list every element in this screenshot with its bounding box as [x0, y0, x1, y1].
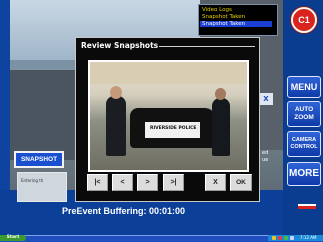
camera-control-label-1: CAMERA: [291, 137, 317, 143]
next-snapshot-button[interactable]: >: [137, 174, 158, 191]
camera-control-button[interactable]: CAMERA CONTROL: [287, 131, 321, 157]
thumbnail-text: Entering th: [21, 178, 44, 183]
partial-button[interactable]: X: [259, 93, 273, 105]
snapshot-thumbnail[interactable]: Entering th: [17, 172, 67, 202]
review-snapshots-dialog: Review Snapshots RIVERSIDE POLICE |< < >…: [75, 37, 260, 202]
first-snapshot-button[interactable]: |<: [87, 174, 108, 191]
tray-icon[interactable]: [278, 236, 282, 240]
officer-head: [110, 86, 122, 99]
dialog-title: Review Snapshots: [81, 41, 159, 50]
partial-text: ue: [262, 157, 269, 163]
last-snapshot-button[interactable]: >|: [163, 174, 184, 191]
officer-figure: [106, 96, 126, 156]
photo-background: [90, 62, 247, 84]
police-car-text: RIVERSIDE POLICE: [150, 126, 197, 131]
officer-figure: [212, 98, 230, 156]
log-line: Snapshot Taken: [202, 14, 246, 20]
log-line: Video Logs: [202, 7, 232, 13]
preevent-buffering-status: PreEvent Buffering: 00:01:00: [62, 206, 186, 216]
more-button[interactable]: MORE: [287, 162, 321, 186]
snapshot-image-frame: RIVERSIDE POLICE: [88, 60, 249, 172]
officer-head: [215, 88, 226, 100]
cancel-button[interactable]: X: [205, 174, 226, 191]
tray-icon[interactable]: [290, 236, 294, 240]
camera-control-label-2: CONTROL: [290, 144, 318, 150]
tray-icon[interactable]: [284, 236, 288, 240]
auto-zoom-button[interactable]: AUTO ZOOM: [287, 101, 321, 127]
ok-button[interactable]: OK: [230, 174, 252, 191]
snapshot-button[interactable]: SNAPSHOT: [14, 151, 64, 168]
flag-icon: [298, 204, 316, 209]
c1-logo: C1: [291, 7, 317, 33]
event-log: Video Logs Snapshot Taken Snapshot Taken: [198, 4, 278, 36]
auto-zoom-label-1: AUTO: [294, 106, 314, 113]
taskbar-clock: 7:12 AM: [300, 235, 317, 240]
start-button[interactable]: Start: [0, 235, 26, 241]
partial-text: ed: [262, 150, 269, 156]
auto-zoom-label-2: ZOOM: [294, 114, 314, 121]
previous-snapshot-button[interactable]: <: [112, 174, 133, 191]
log-line-selected[interactable]: Snapshot Taken: [200, 21, 272, 27]
tray-icon[interactable]: [272, 236, 276, 240]
title-divider: [159, 46, 255, 47]
menu-button[interactable]: MENU: [287, 76, 321, 98]
wall-background: [0, 70, 75, 160]
snapshot-image: RIVERSIDE POLICE: [90, 62, 247, 170]
